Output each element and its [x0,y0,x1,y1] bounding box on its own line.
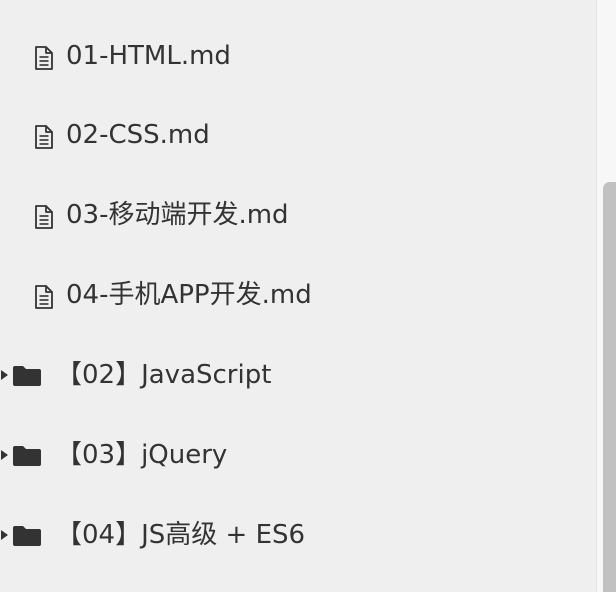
document-icon [35,46,53,70]
file-item-01-html[interactable]: 01-HTML.md [0,36,580,76]
scrollbar-thumb[interactable] [603,182,616,592]
folder-item-jquery[interactable]: 【03】jQuery [0,435,580,475]
file-item-label: 04-手机APP开发.md [66,280,312,310]
file-item-label: 02-CSS.md [66,120,210,150]
file-item-04-app[interactable]: 04-手机APP开发.md [0,275,580,315]
file-item-label: 03-移动端开发.md [66,200,289,230]
folder-item-label: 【04】JS高级 + ES6 [56,520,306,550]
folder-item-js-advanced[interactable]: 【04】JS高级 + ES6 [0,515,580,555]
file-tree-sidebar: 01-HTML.md 02-CSS.md 03-移动端开发.md 04-手机AP… [0,0,596,592]
folder-item-label: 【02】JavaScript [56,360,272,390]
file-item-02-css[interactable]: 02-CSS.md [0,115,580,155]
document-icon [35,205,53,229]
folder-icon [13,526,41,546]
chevron-right-icon[interactable] [0,449,10,461]
folder-icon [13,446,41,466]
file-item-03-mobile[interactable]: 03-移动端开发.md [0,195,580,235]
chevron-right-icon[interactable] [0,529,10,541]
file-item-label: 01-HTML.md [66,41,231,71]
chevron-right-icon[interactable] [0,369,10,381]
folder-icon [13,366,41,386]
document-icon [35,285,53,309]
folder-item-javascript[interactable]: 【02】JavaScript [0,355,580,395]
folder-item-label: 【03】jQuery [56,440,228,470]
document-icon [35,125,53,149]
